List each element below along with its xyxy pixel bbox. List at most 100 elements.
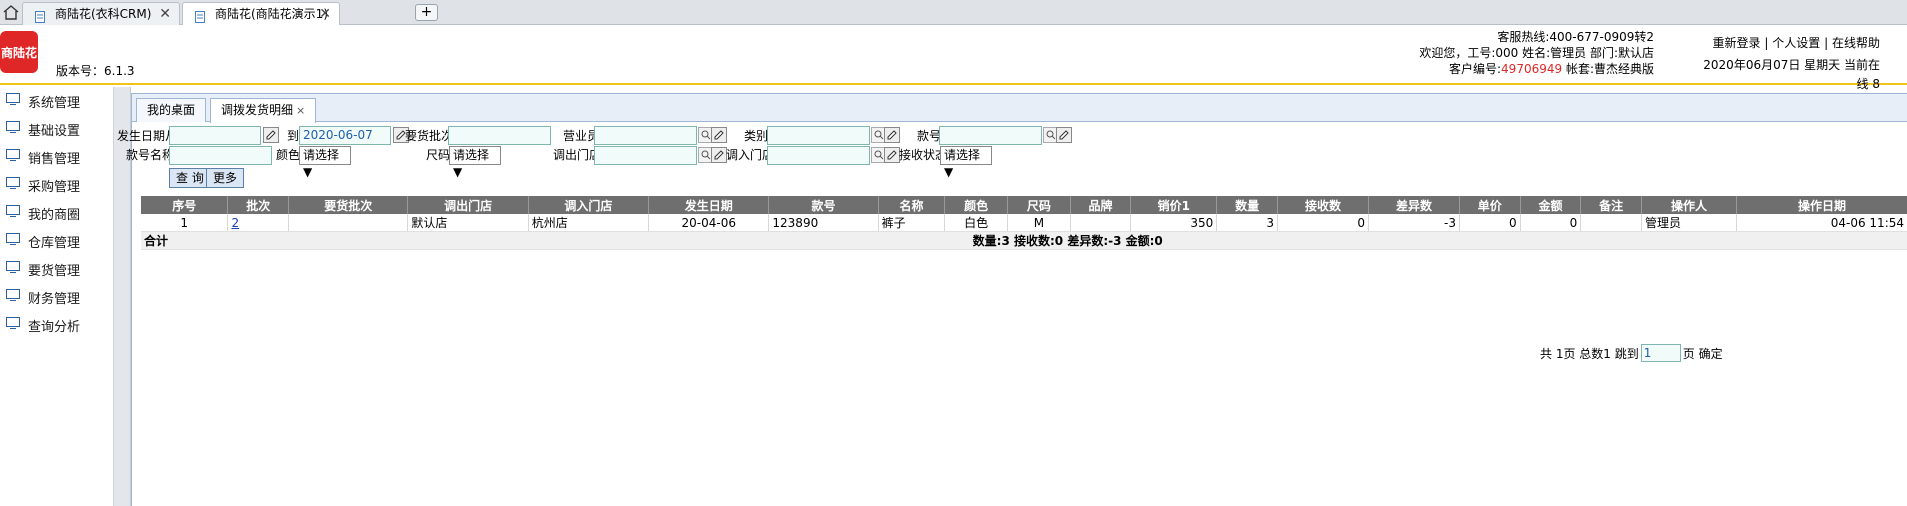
column-header[interactable]: 品牌 bbox=[1070, 196, 1132, 214]
edit-icon[interactable] bbox=[711, 127, 727, 143]
cell-op-date: 04-06 11:54 bbox=[1736, 214, 1907, 232]
date-from-input[interactable] bbox=[169, 126, 261, 145]
monitor-icon bbox=[6, 261, 20, 277]
personal-settings-link[interactable]: 个人设置 bbox=[1772, 36, 1820, 50]
recv-status-select[interactable]: 请选择 ▼ bbox=[940, 146, 992, 179]
new-tab-button[interactable]: + bbox=[415, 4, 438, 21]
cell-diff: -3 bbox=[1368, 214, 1460, 232]
column-header[interactable]: 操作日期 bbox=[1736, 196, 1907, 214]
monitor-icon bbox=[6, 205, 20, 221]
cell-out-store: 默认店 bbox=[407, 214, 529, 232]
edit-icon[interactable] bbox=[263, 127, 279, 143]
edit-icon[interactable] bbox=[1056, 127, 1072, 143]
sidebar-item-purchase[interactable]: 采购管理 bbox=[6, 175, 80, 195]
sidebar-item-requisition[interactable]: 要货管理 bbox=[6, 259, 80, 279]
cell-in-store: 杭州店 bbox=[528, 214, 650, 232]
column-header[interactable]: 接收数 bbox=[1277, 196, 1369, 214]
sidebar-item-system[interactable]: 系统管理 bbox=[6, 91, 80, 111]
batch-label: 要货批次 bbox=[405, 129, 454, 143]
browser-tab-demo[interactable]: 商陆花(商陆花演示1) ✕ bbox=[182, 2, 340, 26]
category-input[interactable] bbox=[767, 126, 870, 145]
close-icon[interactable]: × bbox=[296, 104, 305, 117]
close-tab-icon[interactable]: ✕ bbox=[319, 3, 331, 25]
column-header[interactable]: 调入门店 bbox=[528, 196, 650, 214]
column-header[interactable]: 数量 bbox=[1216, 196, 1278, 214]
separator: | bbox=[1824, 36, 1829, 50]
column-header[interactable]: 发生日期 bbox=[648, 196, 770, 214]
color-select[interactable]: 请选择 ▼ bbox=[299, 146, 351, 179]
sidebar-item-label: 销售管理 bbox=[28, 151, 81, 167]
sidebar-item-circle[interactable]: 我的商圈 bbox=[6, 203, 80, 223]
cell-size: M bbox=[1007, 214, 1071, 232]
online-help-link[interactable]: 在线帮助 bbox=[1832, 36, 1880, 50]
hotline-text: 客服热线:400-677-0909转2 bbox=[1497, 30, 1654, 44]
sidebar-item-warehouse[interactable]: 仓库管理 bbox=[6, 231, 80, 251]
content-tab-bar: 我的桌面 调拨发货明细 × bbox=[132, 94, 1907, 123]
out-store-input[interactable] bbox=[594, 146, 697, 165]
column-header[interactable]: 序号 bbox=[141, 196, 229, 214]
column-header[interactable]: 金额 bbox=[1520, 196, 1582, 214]
column-header[interactable]: 单价 bbox=[1459, 196, 1521, 214]
date-online-text: 2020年06月07日 星期天 当前在线 8 bbox=[1703, 58, 1880, 91]
salesman-input[interactable] bbox=[594, 126, 697, 145]
style-name-input[interactable] bbox=[169, 146, 272, 165]
column-header[interactable]: 操作人 bbox=[1641, 196, 1737, 214]
column-header[interactable]: 款号 bbox=[768, 196, 879, 214]
column-header[interactable]: 销价1 bbox=[1130, 196, 1218, 214]
more-button[interactable]: 更多 bbox=[206, 168, 245, 188]
sidebar-item-label: 仓库管理 bbox=[28, 235, 81, 251]
column-header[interactable]: 颜色 bbox=[944, 196, 1009, 214]
in-store-input[interactable] bbox=[767, 146, 870, 165]
relogin-link[interactable]: 重新登录 bbox=[1713, 36, 1761, 50]
home-icon[interactable] bbox=[0, 2, 22, 22]
table-header-row: 序号 批次 要货批次 调出门店 调入门店 发生日期 款号 名称 颜色 尺码 品牌… bbox=[141, 196, 1907, 214]
version-label: 版本号：6.1.3 bbox=[56, 64, 135, 78]
tab-transfer-detail[interactable]: 调拨发货明细 × bbox=[210, 98, 317, 123]
style-name-label: 款号名称 bbox=[126, 148, 175, 162]
cell-received: 0 bbox=[1277, 214, 1369, 232]
total-count: 总数1 bbox=[1579, 346, 1611, 361]
cell-remark bbox=[1580, 214, 1642, 232]
sidebar-item-finance[interactable]: 财务管理 bbox=[6, 287, 80, 307]
edit-icon[interactable] bbox=[711, 147, 727, 163]
cell-price1: 350 bbox=[1130, 214, 1218, 232]
edit-icon[interactable] bbox=[884, 147, 900, 163]
recv-status-value: 请选择 bbox=[944, 148, 981, 162]
sidebar-item-sales[interactable]: 销售管理 bbox=[6, 147, 80, 167]
sidebar-item-label: 财务管理 bbox=[28, 291, 81, 307]
cell-req-batch bbox=[288, 214, 409, 232]
column-header[interactable]: 差异数 bbox=[1368, 196, 1460, 214]
sidebar-item-basic[interactable]: 基础设置 bbox=[6, 119, 80, 139]
column-header[interactable]: 备注 bbox=[1580, 196, 1642, 214]
column-header[interactable]: 调出门店 bbox=[407, 196, 529, 214]
tab-my-desktop[interactable]: 我的桌面 bbox=[136, 98, 207, 122]
welcome-text: 欢迎您，工号:000 姓名:管理员 部门:默认店 bbox=[1419, 46, 1654, 60]
sidebar-item-analysis[interactable]: 查询分析 bbox=[6, 315, 80, 335]
color-select-value: 请选择 bbox=[303, 148, 340, 162]
column-header[interactable]: 批次 bbox=[227, 196, 290, 214]
goto-page-input[interactable]: 1 bbox=[1640, 344, 1681, 362]
close-tab-icon[interactable]: ✕ bbox=[159, 3, 171, 25]
browser-tab-crm[interactable]: 商陆花(衣科CRM) ✕ bbox=[22, 2, 180, 25]
sidebar-item-label: 我的商圈 bbox=[28, 207, 81, 223]
edit-icon[interactable] bbox=[884, 127, 900, 143]
confirm-button[interactable]: 确定 bbox=[1699, 345, 1723, 362]
filter-panel: 发生日期从 到 2020-06-07 要货批次 营业员 类别 款号 款号名称 颜… bbox=[117, 126, 1907, 197]
date-to-input[interactable]: 2020-06-07 bbox=[299, 126, 391, 145]
customer-label: 客户编号: bbox=[1449, 62, 1502, 76]
column-header[interactable]: 尺码 bbox=[1007, 196, 1071, 214]
monitor-icon bbox=[6, 317, 20, 333]
column-header[interactable]: 名称 bbox=[878, 196, 946, 214]
cell-qty: 3 bbox=[1216, 214, 1278, 232]
column-header[interactable]: 要货批次 bbox=[288, 196, 409, 214]
browser-tab-strip: 商陆花(衣科CRM) ✕ 商陆花(商陆花演示1) ✕ + bbox=[0, 0, 1907, 26]
batch-input[interactable] bbox=[448, 126, 551, 145]
summary-row: 合计 数量:3 接收数:0 差异数:-3 金额:0 bbox=[141, 231, 1907, 250]
query-button[interactable]: 查 询 bbox=[169, 168, 211, 188]
table-row[interactable]: 1 2 默认店 杭州店 20-04-06 123890 裤子 白色 M 350 … bbox=[141, 214, 1907, 232]
batch-link[interactable]: 2 bbox=[231, 216, 239, 230]
cell-operator: 管理员 bbox=[1641, 214, 1737, 232]
size-select[interactable]: 请选择 ▼ bbox=[449, 146, 501, 179]
style-no-input[interactable] bbox=[939, 126, 1042, 145]
account-set: 帐套:曹杰经典版 bbox=[1565, 62, 1654, 76]
